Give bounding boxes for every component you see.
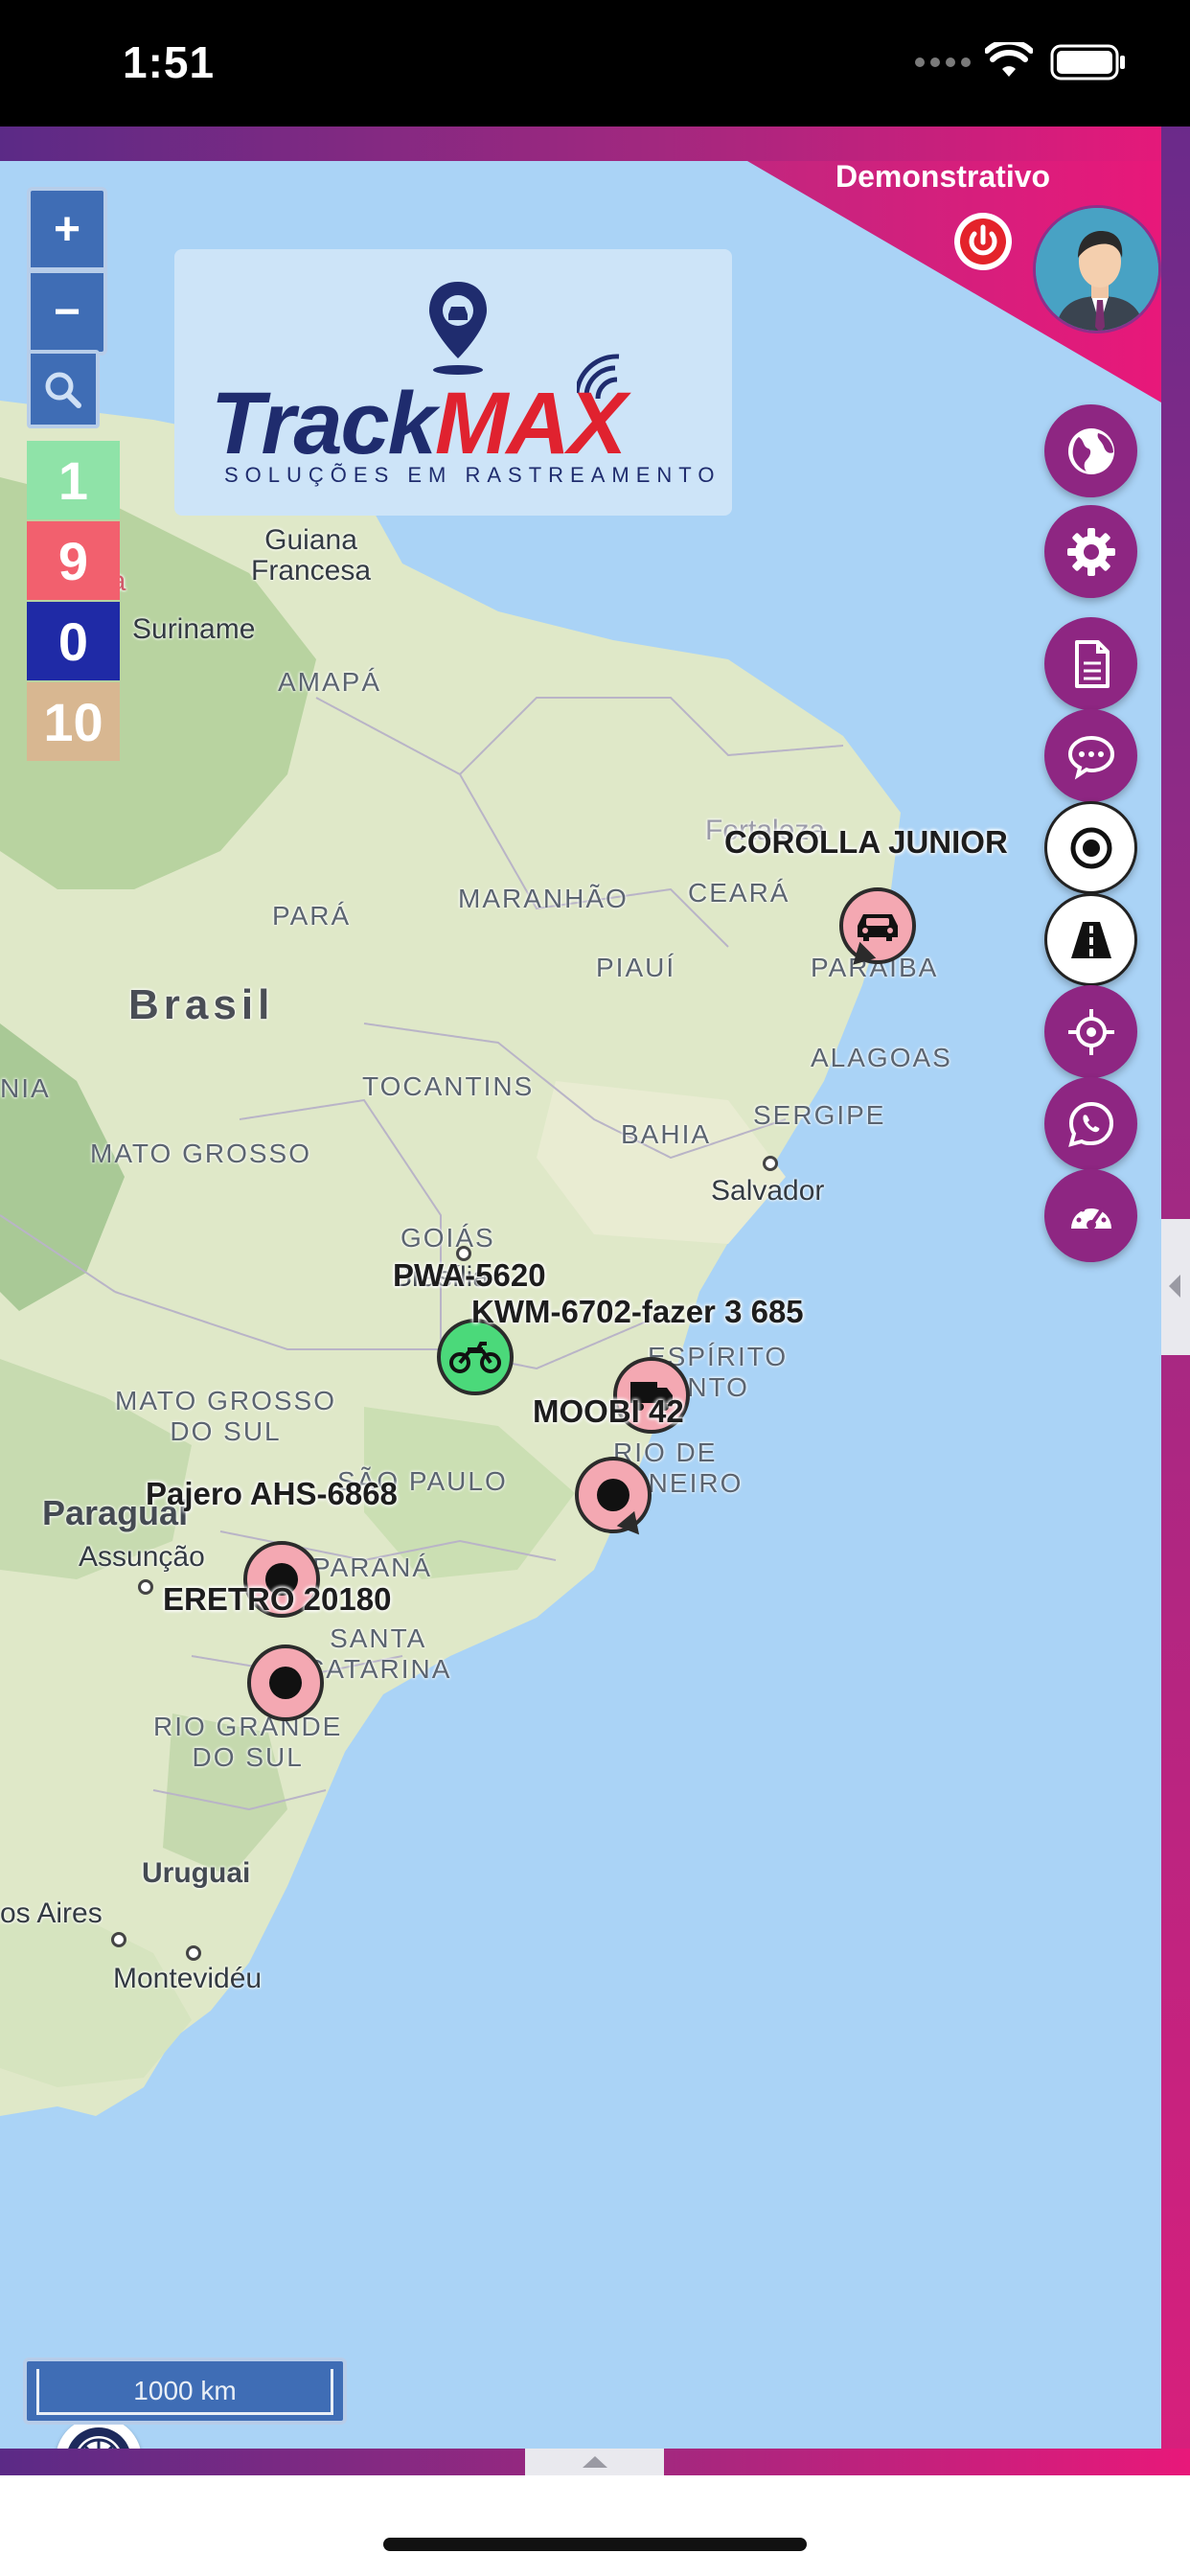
map-label-tocantins: TOCANTINS <box>362 1071 535 1101</box>
vehicle-label[interactable]: PWA-5620 <box>393 1257 546 1294</box>
map-label-mato-grosso-do-sul: MATO GROSSO DO SUL <box>115 1386 336 1446</box>
map-label-sergipe: SERGIPE <box>753 1100 886 1130</box>
map-label-assuncao: Assunção <box>79 1541 205 1573</box>
tire-icon <box>68 2427 129 2449</box>
bottom-panel-handle[interactable] <box>525 2449 664 2475</box>
map-label-uruguai: Uruguai <box>142 1857 251 1889</box>
map-label-buenos-aires: os Aires <box>0 1898 103 1929</box>
wifi-icon <box>985 42 1033 77</box>
side-panel-handle[interactable] <box>1161 1219 1190 1355</box>
gear-icon <box>1066 527 1115 576</box>
vehicle-marker-car[interactable] <box>839 887 916 974</box>
document-icon <box>1074 639 1110 688</box>
locate-button[interactable] <box>1044 985 1137 1078</box>
cellular-signal-icon <box>915 58 971 67</box>
map-label-piaui: PIAUÍ <box>596 953 676 982</box>
map-label-brasil: Brasil <box>128 981 275 1028</box>
logout-button[interactable] <box>954 213 1012 270</box>
globe-button[interactable] <box>1044 404 1137 497</box>
speedometer-icon <box>1070 1203 1111 1230</box>
home-indicator-area <box>0 2475 1190 2576</box>
logo-word-track: Track <box>211 375 437 472</box>
map-label-santa-catarina: SANTA CATARINA <box>305 1623 452 1684</box>
chevron-up-icon <box>583 2456 607 2468</box>
vehicle-marker-motorcycle[interactable] <box>437 1319 514 1395</box>
home-indicator[interactable] <box>383 2538 807 2551</box>
map-label-para: PARÁ <box>272 901 352 931</box>
map-city-dot-buenos-aires <box>111 1932 126 1947</box>
trackmax-logo: TrackMAX SOLUÇÕES EM RASTREAMENTO <box>174 249 732 516</box>
map-label-nia: NIA <box>0 1073 51 1103</box>
map-scale: 1000 km <box>23 2358 347 2425</box>
whatsapp-icon <box>1067 1101 1113 1147</box>
map-label-alagoas: ALAGOAS <box>811 1043 952 1072</box>
dot-icon <box>269 1667 302 1699</box>
dot-icon <box>597 1479 629 1511</box>
map-city-dot-assuncao <box>138 1579 153 1595</box>
location-pin-icon <box>429 282 487 375</box>
crosshair-icon <box>1067 1008 1114 1055</box>
map-city-dot-montevideu <box>186 1945 201 1961</box>
vehicle-label[interactable]: Pajero AHS-6868 <box>146 1476 398 1512</box>
logo-subtitle: SOLUÇÕES EM RASTREAMENTO <box>224 463 721 487</box>
user-name: Demonstrativo <box>835 159 1051 194</box>
map-label-salvador: Salvador <box>711 1175 825 1207</box>
status-time: 1:51 <box>123 37 216 87</box>
vehicle-label[interactable]: COROLLA JUNIOR <box>724 824 1008 861</box>
route-button[interactable] <box>1044 893 1137 986</box>
whatsapp-button[interactable] <box>1044 1077 1137 1170</box>
map-label-maranhao: MARANHÃO <box>458 884 629 913</box>
top-gradient-bar <box>0 126 1190 161</box>
vehicle-marker-dot[interactable] <box>575 1457 652 1543</box>
reports-button[interactable] <box>1044 617 1137 710</box>
map-label-amapa: AMAPÁ <box>278 667 382 697</box>
power-icon <box>960 218 1006 264</box>
map-label-ceara: CEARÁ <box>688 878 790 908</box>
map-scale-label: 1000 km <box>36 2369 333 2415</box>
messages-button[interactable] <box>1044 709 1137 802</box>
chat-icon <box>1067 735 1114 780</box>
map-city-dot-salvador <box>763 1156 778 1171</box>
dashboard-button[interactable] <box>1044 1169 1137 1262</box>
vehicle-marker-circle <box>247 1644 324 1721</box>
status-count-tan[interactable]: 10 <box>27 682 120 761</box>
target-icon <box>1070 827 1111 868</box>
zoom-control: + − <box>27 187 107 356</box>
map-label-bahia: BAHIA <box>621 1119 712 1149</box>
road-icon <box>1070 921 1111 958</box>
globe-icon <box>1067 427 1114 474</box>
logo-wordmark: TrackMAX <box>211 374 627 474</box>
logo-word-max: MAX <box>434 375 627 472</box>
map-label-montevideu: Montevidéu <box>113 1963 263 1994</box>
map-label-mato-grosso: MATO GROSSO <box>90 1138 311 1168</box>
vehicle-marker-circle <box>437 1319 514 1395</box>
map-search-button[interactable] <box>27 350 100 428</box>
target-button[interactable] <box>1044 801 1137 894</box>
map-label-goias: GOIÁS <box>400 1223 495 1253</box>
status-bar: 1:51 <box>0 0 1190 126</box>
settings-button[interactable] <box>1044 505 1137 598</box>
status-count-blue[interactable]: 0 <box>27 602 120 680</box>
search-icon <box>45 372 81 408</box>
user-avatar-icon <box>1036 208 1158 331</box>
map-label-parana: PARANÁ <box>312 1552 433 1582</box>
avatar[interactable] <box>1033 205 1161 334</box>
status-count-red[interactable]: 9 <box>27 521 120 600</box>
app-screen: { "status_bar": { "time": "1:51" }, "hea… <box>0 0 1190 2576</box>
chevron-left-icon <box>1169 1275 1180 1298</box>
status-count-green[interactable]: 1 <box>27 441 120 519</box>
motorcycle-icon <box>449 1342 501 1373</box>
vehicle-label[interactable]: ERETRO 20180 <box>163 1581 391 1618</box>
map-label-guiana-francesa: Guiana Francesa <box>251 524 372 586</box>
vehicle-marker-dot[interactable] <box>247 1644 324 1721</box>
vehicle-label[interactable]: MOOBI 42 <box>533 1393 684 1430</box>
zoom-out-button[interactable]: − <box>31 273 103 350</box>
vehicle-label[interactable]: KWM-6702-fazer 3 685 <box>471 1294 804 1330</box>
car-icon <box>858 914 898 941</box>
zoom-in-button[interactable]: + <box>31 191 103 267</box>
map-label-suriname: Suriname <box>132 613 256 645</box>
battery-icon <box>1050 44 1125 80</box>
